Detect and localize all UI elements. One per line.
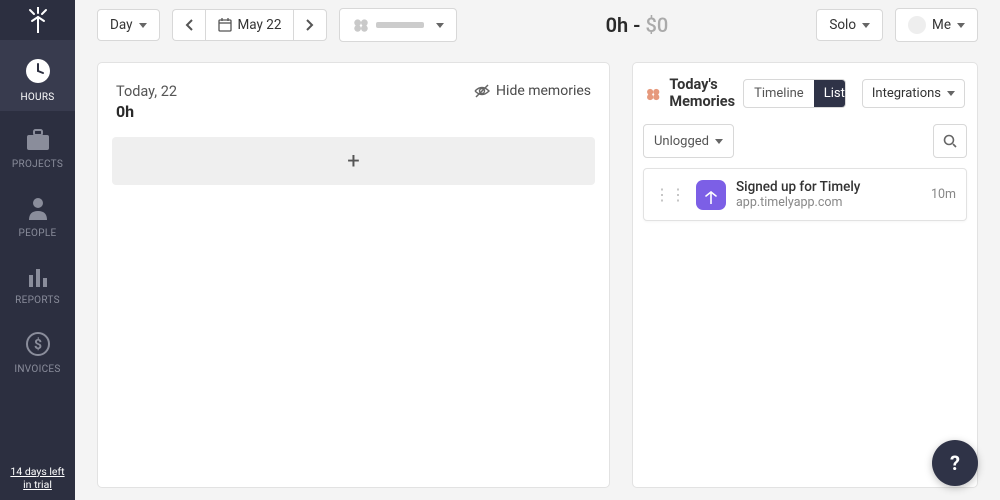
nav-label: INVOICES	[14, 364, 60, 375]
prev-day-button[interactable]	[172, 9, 205, 41]
unlogged-label: Unlogged	[654, 134, 709, 149]
memory-item[interactable]: ⋮⋮ Signed up for Timely app.timelyapp.co…	[643, 168, 967, 221]
user-selector[interactable]: Me	[895, 8, 978, 42]
memories-panel: Today'sMemories Timeline List Integratio…	[632, 62, 978, 488]
day-date: Today, 22	[116, 83, 177, 100]
day-panel: Today, 22 0h Hide memories +	[97, 62, 610, 488]
tab-list[interactable]: List	[814, 80, 846, 107]
svg-text:$: $	[33, 336, 41, 353]
nav-label: PROJECTS	[12, 159, 63, 170]
memories-controls: Unlogged	[643, 120, 967, 168]
memory-duration: 10m	[931, 187, 956, 202]
nav-label: HOURS	[20, 92, 54, 103]
date-nav: May 22	[172, 9, 328, 41]
date-label: May 22	[238, 17, 282, 33]
hide-memories-label: Hide memories	[496, 83, 591, 99]
memories-title: Today'sMemories	[669, 77, 735, 110]
bars-icon	[27, 265, 49, 287]
memory-title: Signed up for Timely	[736, 179, 921, 195]
filter-placeholder	[376, 22, 424, 28]
day-hours: 0h	[116, 102, 177, 121]
nav-people[interactable]: PEOPLE	[0, 178, 75, 247]
tab-timeline[interactable]: Timeline	[744, 80, 814, 107]
chevron-left-icon	[185, 19, 193, 31]
topbar: Day May 22 0h - $0 Solo	[75, 0, 1000, 50]
nav-projects[interactable]: PROJECTS	[0, 111, 75, 178]
chevron-right-icon	[306, 19, 314, 31]
memory-info: Signed up for Timely app.timelyapp.com	[736, 179, 921, 210]
nav-hours[interactable]: HOURS	[0, 40, 75, 111]
hide-memories-toggle[interactable]: Hide memories	[474, 83, 591, 99]
memory-filter-button[interactable]	[339, 8, 457, 42]
day-header: Today, 22 0h Hide memories	[112, 83, 595, 137]
dollar-circle-icon: $	[26, 332, 50, 356]
chevron-down-icon	[862, 23, 870, 28]
drag-handle-icon[interactable]: ⋮⋮	[654, 185, 686, 204]
brain-icon	[645, 85, 661, 103]
calendar-icon	[218, 18, 232, 32]
unlogged-filter[interactable]: Unlogged	[643, 124, 734, 158]
search-icon	[943, 134, 957, 148]
chevron-down-icon	[957, 23, 965, 28]
integrations-label: Integrations	[872, 86, 941, 101]
chevron-down-icon	[715, 139, 723, 144]
summary-dash: -	[628, 13, 645, 37]
mode-label: Solo	[829, 17, 856, 33]
next-day-button[interactable]	[293, 9, 327, 41]
trial-banner[interactable]: 14 days left in trial	[0, 457, 75, 500]
nav-label: REPORTS	[15, 295, 60, 306]
date-display-button[interactable]: May 22	[205, 9, 294, 41]
app-icon	[696, 180, 726, 210]
search-button[interactable]	[933, 124, 967, 158]
view-selector[interactable]: Day	[97, 9, 160, 41]
summary-dollar: $0	[645, 13, 668, 37]
hours-summary: 0h - $0	[606, 13, 669, 37]
add-entry-button[interactable]: +	[112, 137, 595, 185]
memories-header: Today'sMemories Timeline List Integratio…	[643, 73, 967, 120]
eye-off-icon	[474, 84, 490, 98]
chevron-down-icon	[947, 91, 955, 96]
view-label: Day	[110, 17, 133, 33]
brain-icon	[352, 16, 370, 34]
question-icon: ?	[950, 451, 960, 475]
view-toggle: Timeline List	[743, 79, 846, 108]
nav-label: PEOPLE	[18, 228, 56, 239]
memory-subtitle: app.timelyapp.com	[736, 195, 921, 210]
content-row: Today, 22 0h Hide memories + Today'sMemo…	[75, 50, 1000, 500]
app-logo[interactable]	[0, 0, 75, 40]
sidebar: HOURS PROJECTS PEOPLE REPORTS $ INVOICES…	[0, 0, 75, 500]
plus-icon: +	[347, 149, 359, 174]
chevron-down-icon	[436, 23, 444, 28]
briefcase-icon	[26, 129, 50, 151]
nav-reports[interactable]: REPORTS	[0, 247, 75, 314]
clock-icon	[25, 58, 51, 84]
person-icon	[27, 196, 49, 220]
memories-card: Today'sMemories Timeline List Integratio…	[632, 62, 978, 488]
integrations-button[interactable]: Integrations	[862, 79, 965, 108]
summary-hours: 0h	[606, 13, 629, 37]
mode-selector[interactable]: Solo	[816, 9, 883, 41]
help-button[interactable]: ?	[932, 440, 978, 486]
main: Day May 22 0h - $0 Solo	[75, 0, 1000, 500]
nav-invoices[interactable]: $ INVOICES	[0, 314, 75, 383]
chevron-down-icon	[139, 23, 147, 28]
user-label: Me	[932, 17, 951, 33]
avatar-icon	[908, 16, 926, 34]
